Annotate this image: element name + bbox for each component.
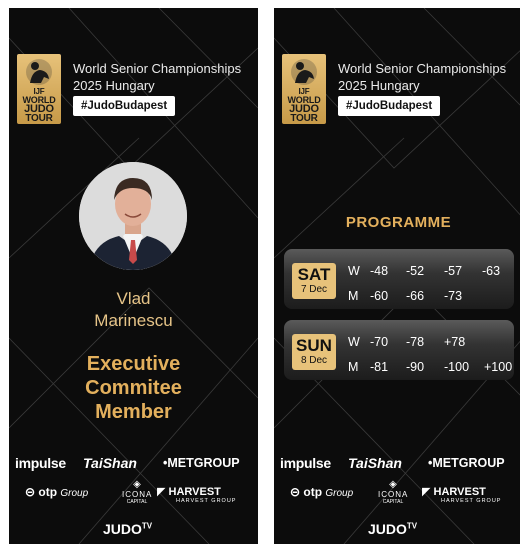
weight-class: -52 <box>406 264 425 278</box>
weight-class: -48 <box>370 264 389 278</box>
harvest-mark-icon: ◤ <box>157 486 169 498</box>
otp-mark-icon: ⊝ <box>290 485 304 499</box>
event-title-line2: 2025 Hungary <box>73 78 155 93</box>
impulse-logo: impulse <box>15 455 66 471</box>
day-name: SAT <box>297 265 331 284</box>
event-title: World Senior Championships 2025 Hungary <box>73 60 241 94</box>
harvest-mark-icon: ◤ <box>422 486 434 498</box>
weight-class: -66 <box>406 289 425 303</box>
weight-class: -90 <box>406 360 425 374</box>
harvest-text: HARVEST <box>168 486 221 498</box>
gender-label: W <box>348 264 360 278</box>
weight-class: +100 <box>484 360 513 374</box>
ijf-world-judo-tour-logo: IJF WORLD JUDO TOUR <box>17 54 61 124</box>
harvest-text: HARVEST <box>433 486 486 498</box>
weight-class: -57 <box>444 264 463 278</box>
weight-class: -70 <box>370 335 389 349</box>
weight-class: -78 <box>406 335 425 349</box>
event-title: World Senior Championships 2025 Hungary <box>338 60 506 94</box>
judotv-text: JUDO <box>103 521 142 537</box>
otp-text: otp <box>38 485 58 499</box>
profile-card: IJF WORLD JUDO TOUR World Senior Champio… <box>9 8 258 544</box>
taishan-logo: TaiShan <box>83 455 137 471</box>
logo-text-tour: TOUR <box>290 113 318 124</box>
harvest-sub-text: HARVEST GROUP <box>176 498 237 504</box>
metgroup-text: METGROUP <box>167 456 240 470</box>
icona-text: ICONA <box>122 490 153 499</box>
hashtag-badge: #JudoBudapest <box>73 96 176 116</box>
event-title-line1: World Senior Championships <box>338 61 507 76</box>
person-role: Executive Commitee Member <box>9 352 258 424</box>
day-badge-sat: SAT 7 Dec <box>292 263 336 299</box>
role-line2: Commitee <box>85 377 182 399</box>
icona-capital-logo: ◈ ICONA CAPITAL <box>378 479 408 505</box>
hashtag-badge: #JudoBudapest <box>338 96 441 116</box>
ijf-world-judo-tour-logo: IJF WORLD JUDO TOUR <box>282 54 326 124</box>
day-date: 7 Dec <box>300 284 328 295</box>
weight-class: -100 <box>444 360 470 374</box>
icona-capital-logo: ◈ ICONA CAPITAL <box>122 479 152 505</box>
person-last-name: Marinescu <box>94 311 173 330</box>
judotv-sup: TV <box>406 521 418 531</box>
person-first-name: Vlad <box>116 289 151 308</box>
judotv-text: JUDO <box>368 521 407 537</box>
person-portrait-icon <box>79 162 187 270</box>
icona-mark-icon: ◈ <box>389 479 397 490</box>
otp-group-logo: ⊝ otp Group <box>25 485 88 499</box>
role-line3: Member <box>95 401 172 423</box>
weight-class: -63 <box>482 264 501 278</box>
harvest-sub-text: HARVEST GROUP <box>441 498 502 504</box>
impulse-logo: impulse <box>280 455 331 471</box>
day-date: 8 Dec <box>300 355 328 366</box>
logo-text-tour: TOUR <box>25 113 53 124</box>
harvest-group-logo: ◤ HARVEST HARVEST GROUP <box>157 485 236 504</box>
judotv-sup: TV <box>141 521 153 531</box>
weight-class: -73 <box>444 289 463 303</box>
judoka-icon <box>26 59 52 85</box>
person-photo <box>79 162 187 270</box>
otp-group-logo: ⊝ otp Group <box>290 485 353 499</box>
metgroup-text: METGROUP <box>432 456 505 470</box>
event-title-line1: World Senior Championships <box>73 61 242 76</box>
otp-mark-icon: ⊝ <box>25 485 39 499</box>
icona-sub-text: CAPITAL <box>382 499 404 505</box>
icona-sub-text: CAPITAL <box>126 499 148 505</box>
otp-group-text: Group <box>60 488 89 499</box>
programme-title: PROGRAMME <box>345 214 452 231</box>
otp-text: otp <box>303 485 323 499</box>
judotv-logo: JUDOTV <box>368 521 417 537</box>
weight-class: +78 <box>444 335 466 349</box>
weight-class: -81 <box>370 360 389 374</box>
day-badge-sun: SUN 8 Dec <box>292 334 336 370</box>
event-title-line2: 2025 Hungary <box>338 78 420 93</box>
judotv-logo: JUDOTV <box>103 521 152 537</box>
taishan-logo: TaiShan <box>348 455 402 471</box>
programme-day-sat: SAT 7 Dec W -48 -52 -57 -63 M -60 -66 -7… <box>284 249 514 309</box>
icona-mark-icon: ◈ <box>133 479 141 490</box>
gender-label: M <box>348 289 359 303</box>
weight-class: -60 <box>370 289 389 303</box>
otp-group-text: Group <box>325 488 354 499</box>
metgroup-logo: •METGROUP <box>428 456 505 470</box>
metgroup-logo: •METGROUP <box>163 456 240 470</box>
icona-text: ICONA <box>378 490 409 499</box>
judoka-icon <box>291 59 317 85</box>
programme-day-sun: SUN 8 Dec W -70 -78 +78 M -81 -90 -100 +… <box>284 320 514 380</box>
gender-label: M <box>348 360 359 374</box>
programme-card: IJF WORLD JUDO TOUR World Senior Champio… <box>274 8 520 544</box>
role-line1: Executive <box>86 353 181 375</box>
gender-label: W <box>348 335 360 349</box>
harvest-group-logo: ◤ HARVEST HARVEST GROUP <box>422 485 501 504</box>
day-name: SUN <box>296 336 332 355</box>
